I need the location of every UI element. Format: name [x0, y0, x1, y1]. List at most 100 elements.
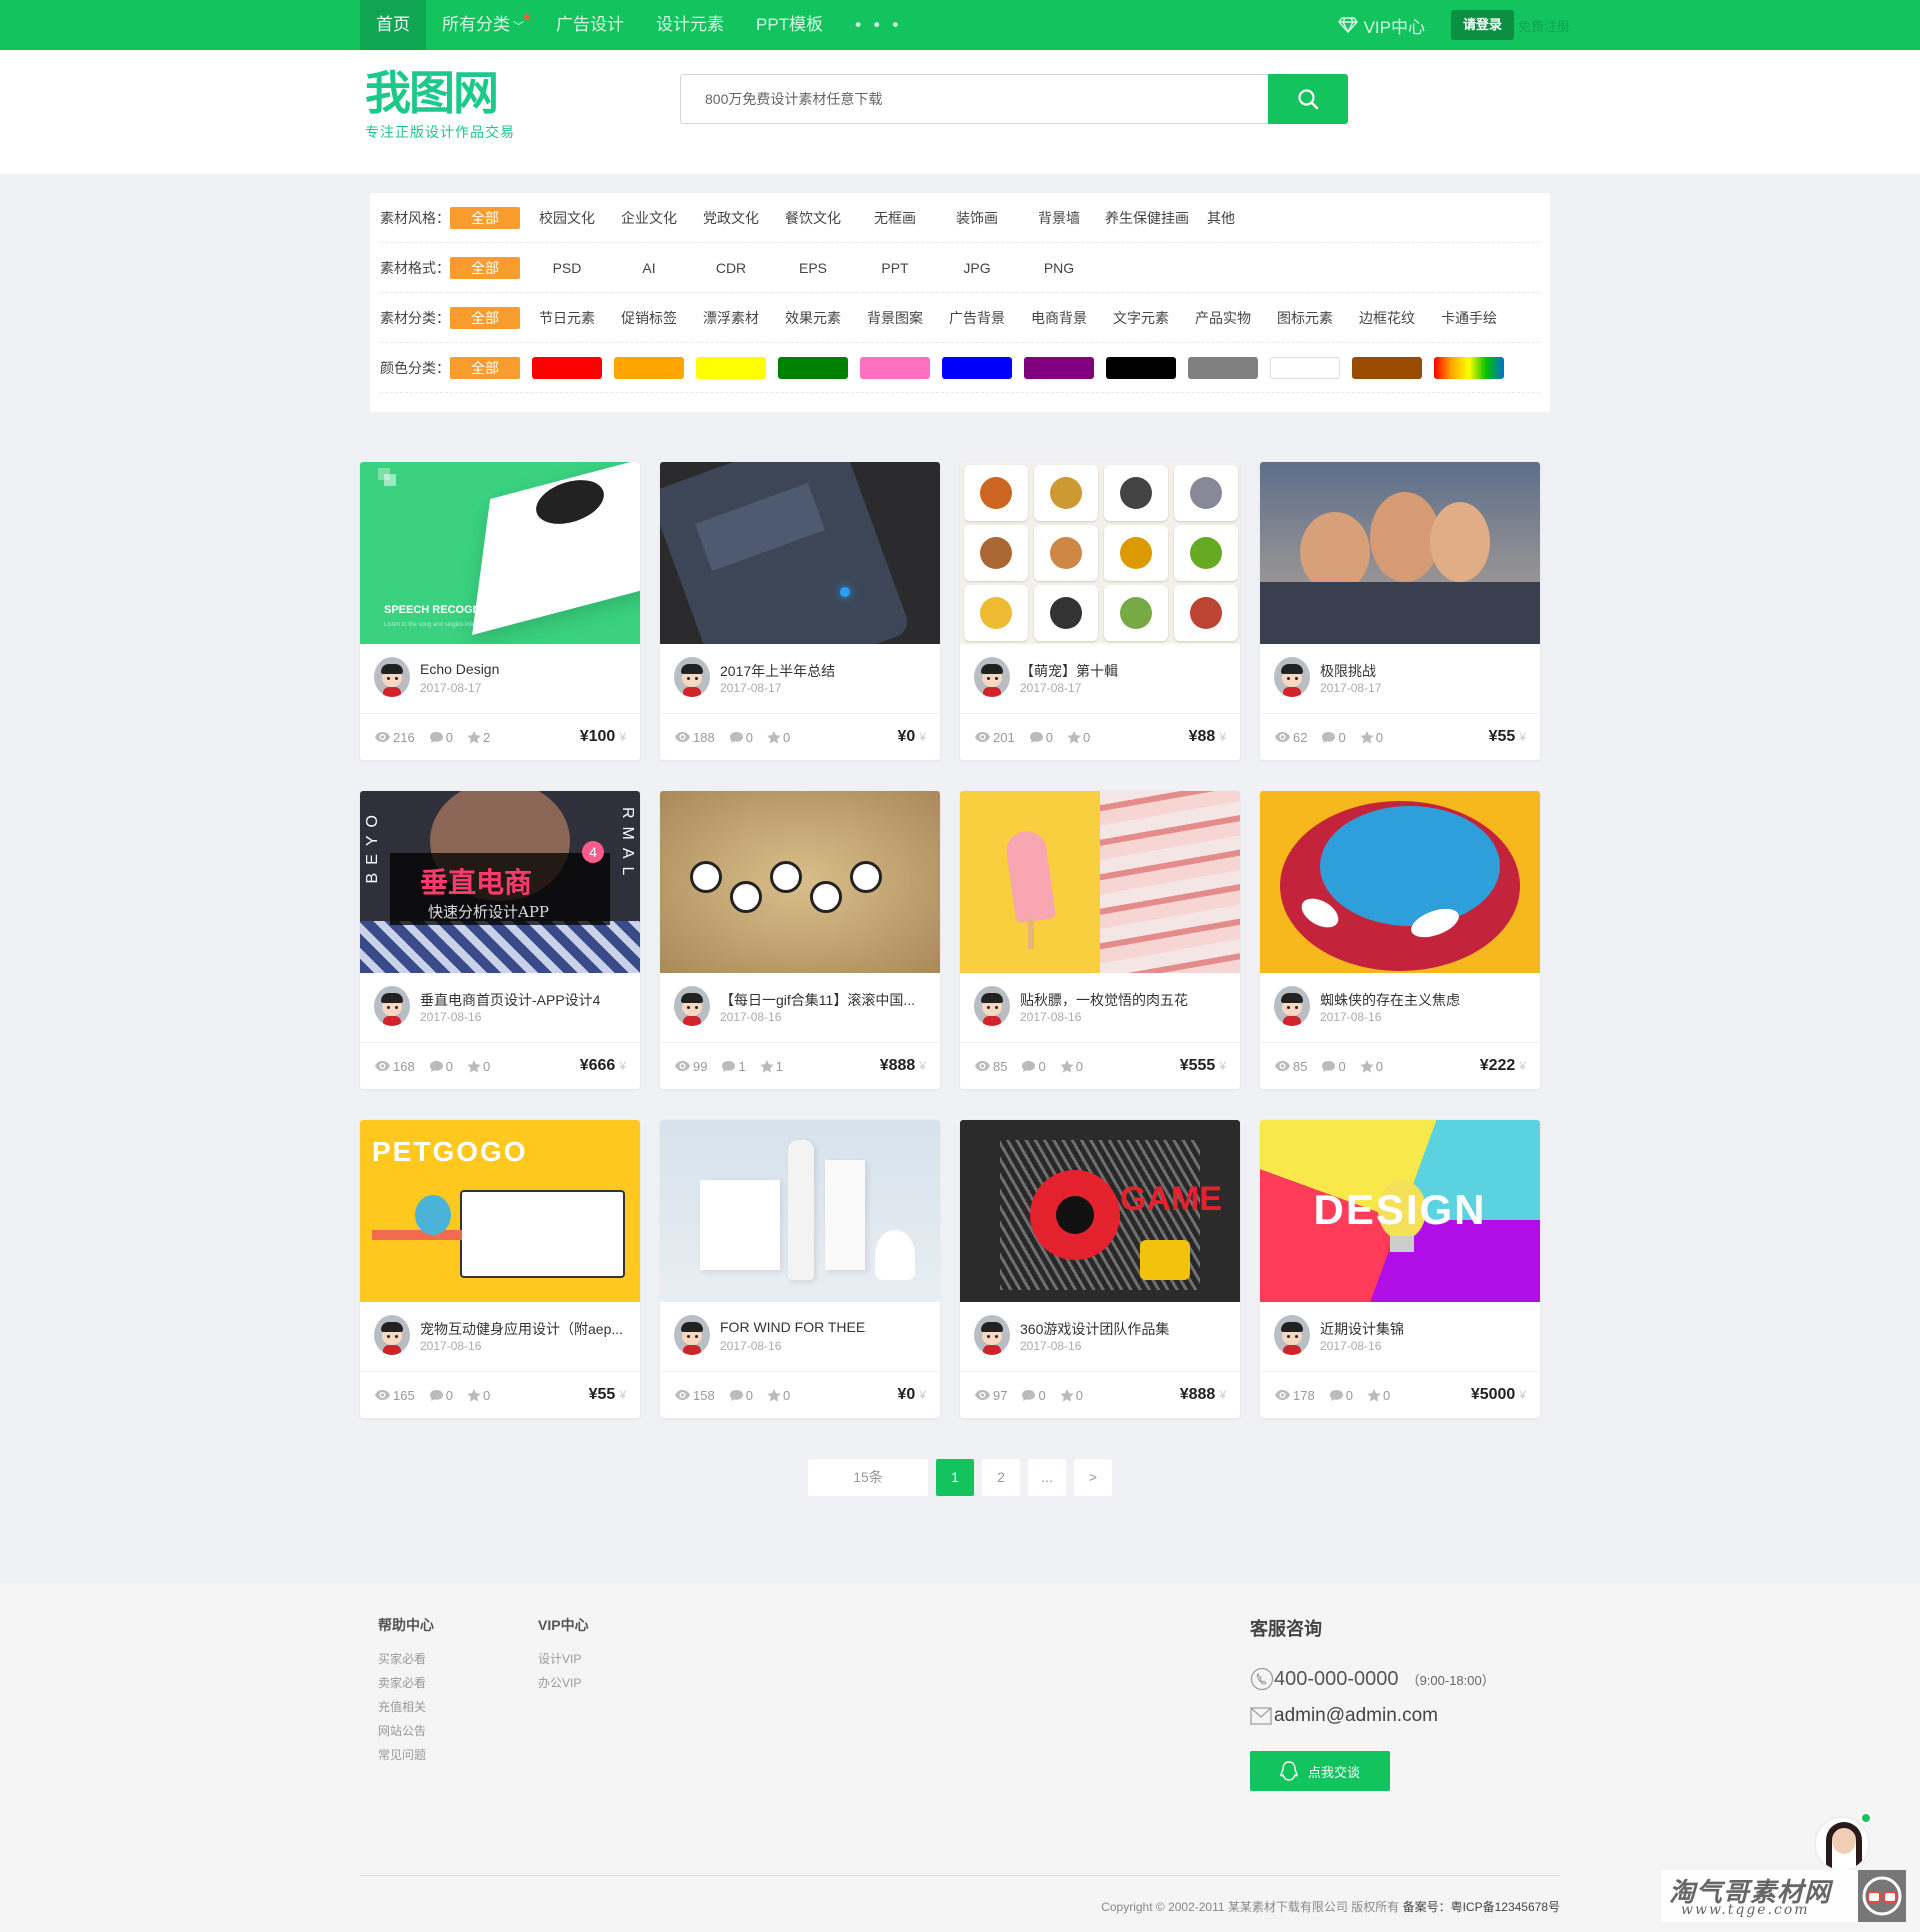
card-title[interactable]: 【萌宠】第十輯: [1020, 661, 1226, 681]
card-title[interactable]: Echo Design: [420, 661, 626, 677]
card-title[interactable]: FOR WIND FOR THEE: [720, 1319, 926, 1335]
filter-option[interactable]: AI: [614, 257, 684, 279]
nav-item-home[interactable]: 首页: [360, 0, 426, 50]
product-card[interactable]: 蜘蛛侠的存在主义焦虑 2017-08-16 85 0 0 ¥222 ¥: [1260, 791, 1540, 1089]
nav-item-design-elements[interactable]: 设计元素: [640, 0, 740, 50]
card-title[interactable]: 宠物互动健身应用设计（附aep...: [420, 1319, 626, 1339]
filter-option[interactable]: EPS: [778, 257, 848, 279]
card-thumbnail[interactable]: 垂直电商 快速分析设计APP 4 BEYO RMAL: [360, 791, 640, 973]
card-title[interactable]: 极限挑战: [1320, 661, 1526, 681]
avatar[interactable]: [1274, 986, 1310, 1026]
filter-option[interactable]: 促销标签: [614, 307, 684, 329]
color-swatch[interactable]: [696, 356, 766, 379]
avatar[interactable]: [374, 657, 410, 697]
product-card[interactable]: SPEECH RECOGNITION Listen to the song an…: [360, 462, 640, 760]
card-title[interactable]: 2017年上半年总结: [720, 661, 926, 681]
product-card[interactable]: 【萌宠】第十輯 2017-08-17 201 0 0 ¥88 ¥: [960, 462, 1240, 760]
color-swatch[interactable]: [1188, 356, 1258, 379]
card-thumbnail[interactable]: SPEECH RECOGNITION Listen to the song an…: [360, 462, 640, 644]
avatar[interactable]: [674, 986, 710, 1026]
email-address[interactable]: admin@admin.com: [1274, 1705, 1438, 1727]
avatar[interactable]: [674, 1315, 710, 1355]
color-swatch[interactable]: [532, 356, 602, 379]
customer-service-avatar[interactable]: [1814, 1816, 1870, 1872]
filter-option[interactable]: PPT: [860, 257, 930, 279]
filter-option[interactable]: 边框花纹: [1352, 307, 1422, 329]
color-swatch[interactable]: [1270, 356, 1340, 379]
card-title[interactable]: 【每日一gif合集11】滚滚中国...: [720, 990, 926, 1010]
card-title[interactable]: 垂直电商首页设计-APP设计4: [420, 990, 626, 1010]
site-logo[interactable]: 我图网 专注正版设计作品交易: [365, 70, 515, 142]
filter-option-all[interactable]: 全部: [450, 306, 520, 329]
avatar[interactable]: [674, 657, 710, 697]
card-thumbnail[interactable]: [660, 1120, 940, 1302]
color-swatch[interactable]: [1024, 356, 1094, 379]
filter-option-all[interactable]: 全部: [450, 356, 520, 379]
filter-option-all[interactable]: 全部: [450, 206, 520, 229]
product-card[interactable]: 【每日一gif合集11】滚滚中国... 2017-08-16 99 1 1 ¥8…: [660, 791, 940, 1089]
product-card[interactable]: GAME 360游戏设计团队作品集 2017-08-16 97 0 0 ¥888…: [960, 1120, 1240, 1418]
page-2-button[interactable]: 2: [982, 1459, 1020, 1496]
color-swatch[interactable]: [1106, 356, 1176, 379]
card-thumbnail[interactable]: [660, 462, 940, 644]
filter-option[interactable]: 餐饮文化: [778, 207, 848, 229]
avatar[interactable]: [974, 657, 1010, 697]
color-swatch[interactable]: [1434, 356, 1504, 379]
footer-link[interactable]: 充值相关: [378, 1695, 434, 1719]
filter-option[interactable]: 企业文化: [614, 207, 684, 229]
product-card[interactable]: DESIGN 近期设计集锦 2017-08-16 178 0 0 ¥5000 ¥: [1260, 1120, 1540, 1418]
filter-option[interactable]: 养生保健挂画: [1102, 207, 1192, 229]
card-title[interactable]: 贴秋膘，一枚觉悟的肉五花: [1020, 990, 1226, 1010]
nav-more-button[interactable]: • • •: [839, 0, 918, 50]
footer-link[interactable]: 常见问题: [378, 1743, 434, 1767]
color-swatch[interactable]: [942, 356, 1012, 379]
filter-option[interactable]: 其他: [1186, 207, 1256, 229]
filter-option[interactable]: CDR: [696, 257, 766, 279]
chat-button[interactable]: 点我交谈: [1250, 1751, 1390, 1791]
footer-link[interactable]: 买家必看: [378, 1647, 434, 1671]
card-thumbnail[interactable]: [1260, 462, 1540, 644]
filter-option[interactable]: 卡通手绘: [1434, 307, 1504, 329]
product-card[interactable]: 垂直电商 快速分析设计APP 4 BEYO RMAL 垂直电商首页设计-APP设…: [360, 791, 640, 1089]
card-thumbnail[interactable]: [960, 791, 1240, 973]
card-title[interactable]: 近期设计集锦: [1320, 1319, 1526, 1339]
footer-link[interactable]: 卖家必看: [378, 1671, 434, 1695]
filter-option[interactable]: 漂浮素材: [696, 307, 766, 329]
avatar[interactable]: [1274, 657, 1310, 697]
avatar[interactable]: [1274, 1315, 1310, 1355]
footer-link[interactable]: 网站公告: [378, 1719, 434, 1743]
card-title[interactable]: 蜘蛛侠的存在主义焦虑: [1320, 990, 1526, 1010]
filter-option-all[interactable]: 全部: [450, 256, 520, 279]
filter-option[interactable]: 效果元素: [778, 307, 848, 329]
card-thumbnail[interactable]: [1260, 791, 1540, 973]
vip-center-link[interactable]: VIP中心: [1337, 13, 1425, 38]
filter-option[interactable]: PNG: [1024, 257, 1094, 279]
login-button[interactable]: 请登录: [1450, 10, 1514, 40]
product-card[interactable]: 极限挑战 2017-08-17 62 0 0 ¥55 ¥: [1260, 462, 1540, 760]
page-1-button[interactable]: 1: [936, 1459, 974, 1496]
card-thumbnail[interactable]: [660, 791, 940, 973]
avatar[interactable]: [974, 986, 1010, 1026]
filter-option[interactable]: 广告背景: [942, 307, 1012, 329]
color-swatch[interactable]: [860, 356, 930, 379]
nav-item-all-categories[interactable]: 所有分类 ﹀: [426, 0, 540, 50]
color-swatch[interactable]: [614, 356, 684, 379]
avatar[interactable]: [374, 1315, 410, 1355]
filter-option[interactable]: 产品实物: [1188, 307, 1258, 329]
footer-link[interactable]: 办公VIP: [538, 1671, 589, 1695]
page-ellipsis[interactable]: ...: [1028, 1459, 1066, 1496]
filter-option[interactable]: 校园文化: [532, 207, 602, 229]
filter-option[interactable]: JPG: [942, 257, 1012, 279]
filter-option[interactable]: 文字元素: [1106, 307, 1176, 329]
color-swatch[interactable]: [778, 356, 848, 379]
card-thumbnail[interactable]: GAME: [960, 1120, 1240, 1302]
nav-item-ppt-templates[interactable]: PPT模板: [740, 0, 839, 50]
footer-link[interactable]: 设计VIP: [538, 1647, 589, 1671]
icp-number[interactable]: 备案号：粤ICP备12345678号: [1403, 1900, 1560, 1914]
card-thumbnail[interactable]: [960, 462, 1240, 644]
nav-item-ad-design[interactable]: 广告设计: [540, 0, 640, 50]
filter-option[interactable]: PSD: [532, 257, 602, 279]
register-link[interactable]: 免费注册: [1518, 16, 1570, 35]
product-card[interactable]: 贴秋膘，一枚觉悟的肉五花 2017-08-16 85 0 0 ¥555 ¥: [960, 791, 1240, 1089]
filter-option[interactable]: 无框画: [860, 207, 930, 229]
